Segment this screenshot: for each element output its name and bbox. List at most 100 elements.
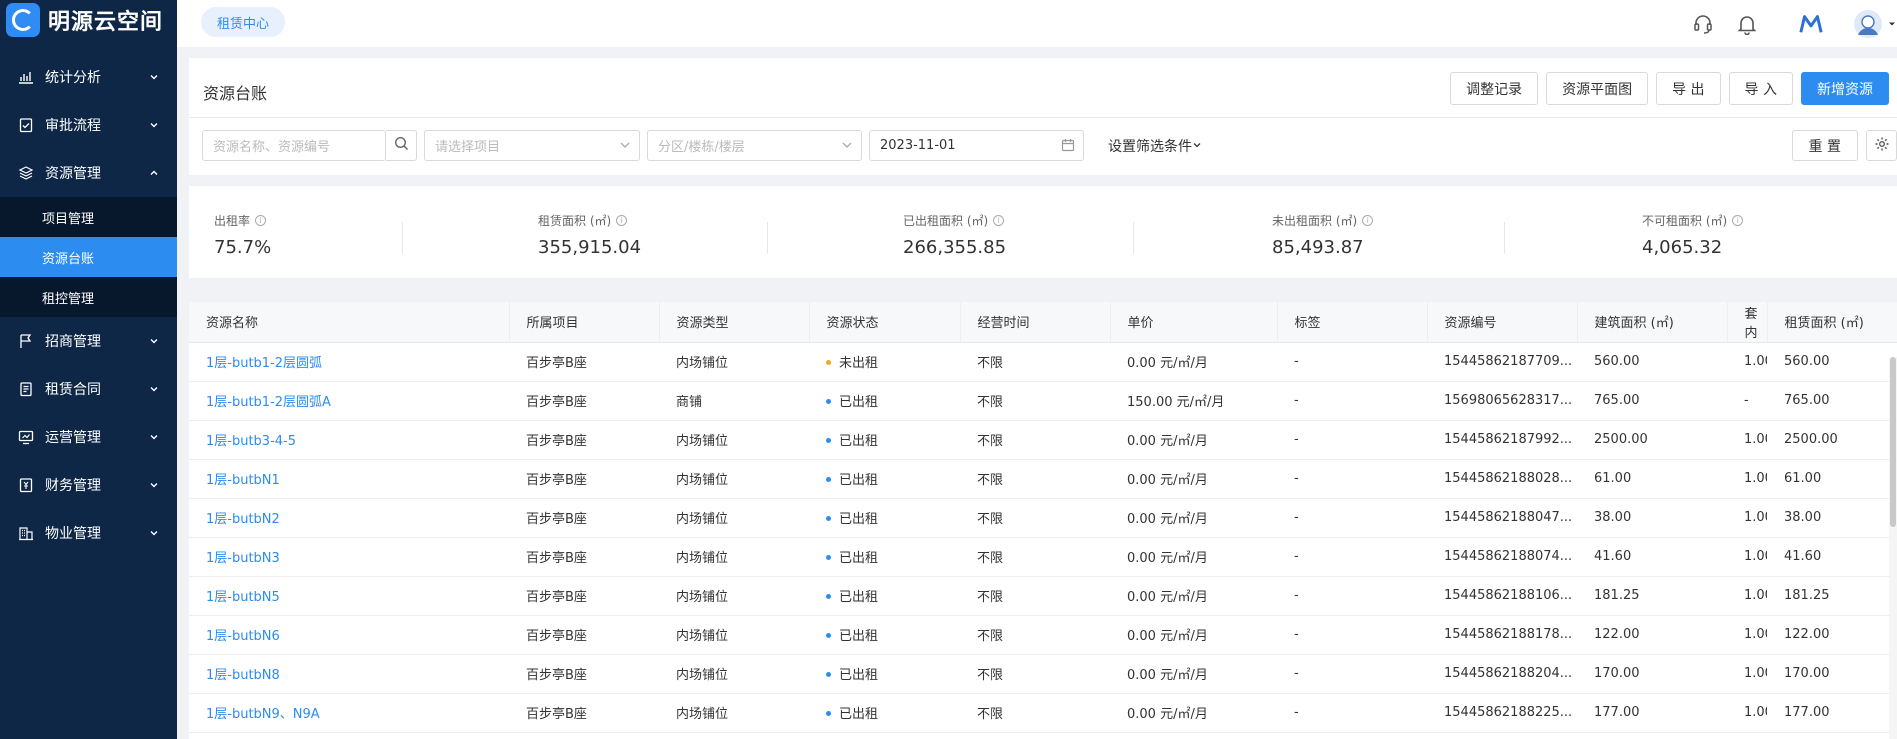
col-resource-code-cell: 15445862188047... <box>1427 498 1577 538</box>
col-resource-name-cell[interactable]: 1层-butbN3 <box>189 537 509 577</box>
col-resource-code-cell: 15445862188028... <box>1427 459 1577 499</box>
col-status-cell: 已出租 <box>809 576 960 616</box>
sidebar-item-label: 资源管理 <box>45 166 101 182</box>
app-name: 明源云空间 <box>48 10 164 35</box>
rent-center-tab[interactable]: 租赁中心 <box>201 7 286 37</box>
sidebar-item-project-management[interactable]: 项目管理 <box>0 197 177 237</box>
date-picker[interactable]: 2023-11-01 <box>869 130 1084 161</box>
col-resource-name-cell[interactable]: 1层-butbN6 <box>189 615 509 655</box>
col-inner-area-cell: 1.00 <box>1727 342 1767 382</box>
area-cascader[interactable]: 分区/楼栋/楼层 <box>647 130 862 161</box>
info-icon[interactable]: i <box>616 215 628 226</box>
table-header-status[interactable]: 资源状态 <box>809 302 961 343</box>
table-header-unit-price[interactable]: 单价 <box>1110 302 1278 343</box>
sidebar-item-stats[interactable]: 统计分析 <box>0 53 177 101</box>
table-header-resource-type[interactable]: 资源类型 <box>659 302 810 343</box>
table-header-project[interactable]: 所属项目 <box>509 302 660 343</box>
sidebar-item-leasing[interactable]: 招商管理 <box>0 317 177 365</box>
col-project-cell: 百步亭B座 <box>509 654 659 694</box>
import-button[interactable]: 导 入 <box>1728 72 1793 105</box>
add-resource-button[interactable]: 新增资源 <box>1801 72 1889 105</box>
col-operating-time-cell: 不限 <box>960 459 1110 499</box>
status-text: 已出租 <box>839 590 879 605</box>
col-resource-name-cell[interactable]: 1层-butb1-2层圆弧 <box>189 342 509 382</box>
app-logo[interactable]: 明源云空间 <box>0 0 177 40</box>
stat-label: 未出租面积 (㎡) <box>1272 214 1358 228</box>
sidebar-item-operations[interactable]: 运营管理 <box>0 413 177 461</box>
table-header-leasable-area[interactable]: 租赁面积 (㎡) <box>1767 302 1897 343</box>
col-resource-type-cell: 内场铺位 <box>659 615 809 655</box>
col-resource-name-cell[interactable]: 1层-butb1-2层圆弧A <box>189 381 509 421</box>
col-status-cell: 已出租 <box>809 420 960 460</box>
search-input[interactable]: 资源名称、资源编号 <box>202 130 386 161</box>
project-select[interactable]: 请选择项目 <box>424 130 640 161</box>
resource-plan-button[interactable]: 资源平面图 <box>1546 72 1649 105</box>
table-row[interactable]: 1层-butbN6 百步亭B座 内场铺位 已出租 不限 0.00 元/㎡/月 -154458… <box>189 615 1897 655</box>
table-header-inner-area[interactable]: 套内 <box>1727 302 1768 343</box>
col-unit-price-cell: 0.00 元/㎡/月 <box>1110 420 1277 460</box>
table-row[interactable]: 1层-butb1-2层圆弧 百步亭B座 内场铺位 未出租 不限 0.00 元/㎡/月 -15… <box>189 342 1897 382</box>
logo-icon <box>6 3 40 37</box>
sidebar-item-rent-control[interactable]: 租控管理 <box>0 277 177 317</box>
export-button[interactable]: 导 出 <box>1656 72 1721 105</box>
sidebar-item-finance[interactable]: 财务管理 <box>0 461 177 509</box>
headset-icon[interactable] <box>1691 12 1715 36</box>
table-header-tags[interactable]: 标签 <box>1277 302 1428 343</box>
table-row[interactable]: 1层-butbN9、N9A 百步亭B座 内场铺位 已出租 不限 0.00 元/㎡/月 -15… <box>189 693 1897 733</box>
filter-conditions-toggle[interactable]: 设置筛选条件 <box>1108 136 1202 156</box>
info-icon[interactable]: i <box>1362 215 1374 226</box>
col-resource-name-cell[interactable]: 1层-butbN2 <box>189 498 509 538</box>
sidebar-item-approval[interactable]: 审批流程 <box>0 101 177 149</box>
col-resource-name-cell[interactable]: 1层-butbN5 <box>189 576 509 616</box>
col-operating-time-cell: 不限 <box>960 537 1110 577</box>
table-row[interactable]: 1层-butbN8 百步亭B座 内场铺位 已出租 不限 0.00 元/㎡/月 -154458… <box>189 654 1897 694</box>
adjust-records-button[interactable]: 调整记录 <box>1450 72 1539 105</box>
reset-button[interactable]: 重 置 <box>1791 130 1858 161</box>
col-tags-cell: - <box>1277 420 1427 460</box>
sidebar-item-resources[interactable]: 资源管理 <box>0 149 177 197</box>
table-row[interactable]: 1层-butbN3 百步亭B座 内场铺位 已出租 不限 0.00 元/㎡/月 -154458… <box>189 537 1897 577</box>
col-status-cell: 未出租 <box>809 342 960 382</box>
settings-button[interactable] <box>1866 130 1897 161</box>
chart-icon <box>18 69 34 85</box>
table-row[interactable]: 1层-butb3-4-5 百步亭B座 内场铺位 已出租 不限 0.00 元/㎡/月 -154… <box>189 420 1897 460</box>
table-header-resource-name[interactable]: 资源名称 <box>189 302 510 343</box>
chevron-down-icon <box>841 138 853 156</box>
status-dot-icon <box>826 633 831 638</box>
vertical-scrollbar[interactable] <box>1889 357 1897 739</box>
col-leasable-area-cell: 41.60 <box>1767 537 1897 577</box>
table-row[interactable]: 1层-butbN2 百步亭B座 内场铺位 已出租 不限 0.00 元/㎡/月 -154458… <box>189 498 1897 538</box>
col-resource-name-cell[interactable]: 1层-butb3-4-5 <box>189 420 509 460</box>
col-resource-name-cell[interactable]: 1层-butbN9、N9A <box>189 693 509 733</box>
search-button[interactable] <box>386 130 417 161</box>
col-resource-type-cell: 内场铺位 <box>659 459 809 499</box>
avatar[interactable] <box>1853 9 1883 39</box>
sidebar-item-contracts[interactable]: 租赁合同 <box>0 365 177 413</box>
table-header-resource-code[interactable]: 资源编号 <box>1427 302 1578 343</box>
sidebar-item-resource-ledger[interactable]: 资源台账 <box>0 237 177 277</box>
info-icon[interactable]: i <box>255 215 267 226</box>
col-resource-name-cell[interactable]: 1层-butbN1 <box>189 459 509 499</box>
col-operating-time-cell: 不限 <box>960 693 1110 733</box>
scrollbar-thumb[interactable] <box>1890 357 1896 527</box>
table-row[interactable]: 1层-butbN1 百步亭B座 内场铺位 已出租 不限 0.00 元/㎡/月 -154458… <box>189 459 1897 499</box>
sidebar-item-property[interactable]: 物业管理 <box>0 509 177 557</box>
caret-down-icon[interactable] <box>1887 12 1897 36</box>
area-cascader-placeholder: 分区/楼栋/楼层 <box>658 140 745 155</box>
col-tags-cell: - <box>1277 693 1427 733</box>
stat-value: 355,915.04 <box>538 237 642 258</box>
info-icon[interactable]: i <box>1732 215 1744 226</box>
table-row[interactable]: 1层-butb1-2层圆弧A 百步亭B座 商铺 已出租 不限 150.00 元/㎡/月 -1… <box>189 381 1897 421</box>
stat-value: 85,493.87 <box>1272 237 1364 258</box>
chevron-down-icon <box>149 70 159 86</box>
status-dot-icon <box>826 672 831 677</box>
table-header-operating-time[interactable]: 经营时间 <box>960 302 1111 343</box>
info-icon[interactable]: i <box>993 215 1005 226</box>
brand-m-icon[interactable] <box>1799 12 1823 36</box>
col-inner-area-cell: 1.00 <box>1727 459 1767 499</box>
status-text: 已出租 <box>839 434 879 449</box>
table-header-building-area[interactable]: 建筑面积 (㎡) <box>1577 302 1728 343</box>
table-row[interactable]: 1层-butbN5 百步亭B座 内场铺位 已出租 不限 0.00 元/㎡/月 -154458… <box>189 576 1897 616</box>
col-resource-name-cell[interactable]: 1层-butbN8 <box>189 654 509 694</box>
bell-icon[interactable] <box>1735 12 1759 36</box>
